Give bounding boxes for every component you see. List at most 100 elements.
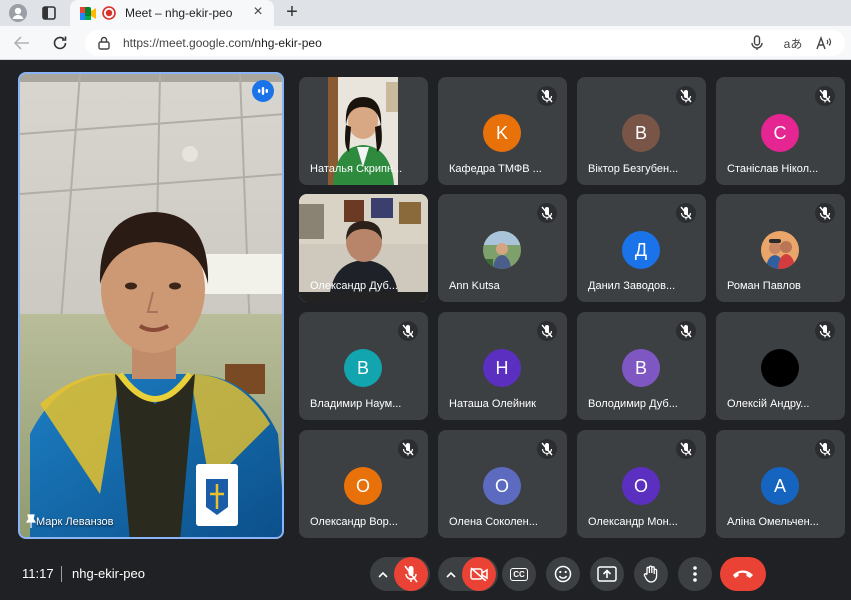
participant-tile[interactable]: Роман Павлов bbox=[716, 194, 845, 302]
read-aloud-icon[interactable] bbox=[815, 35, 833, 51]
meet-favicon-icon bbox=[80, 6, 96, 20]
more-vert-icon bbox=[693, 566, 697, 582]
address-bar[interactable]: https://meet.google.com/nhg-ekir-peo aあ bbox=[85, 30, 845, 56]
hand-icon bbox=[643, 565, 658, 583]
participant-avatar: C bbox=[761, 114, 799, 152]
participant-name: Ann Kutsa bbox=[449, 280, 500, 292]
participant-tile[interactable]: B Віктор Безгубен... bbox=[577, 77, 706, 185]
tab-actions-icon[interactable] bbox=[40, 5, 58, 21]
hang-up-icon bbox=[733, 570, 753, 578]
meeting-code: nhg-ekir-peo bbox=[72, 566, 145, 581]
browser-toolbar: https://meet.google.com/nhg-ekir-peo aあ bbox=[0, 26, 851, 60]
participant-avatar: B bbox=[344, 349, 382, 387]
participant-avatar: O bbox=[344, 467, 382, 505]
muted-mic-icon bbox=[676, 321, 696, 341]
microphone-toggle-button[interactable] bbox=[394, 557, 428, 591]
participant-tile[interactable]: Ann Kutsa bbox=[438, 194, 567, 302]
participant-tile[interactable]: Наталья Скрипн... bbox=[299, 77, 428, 185]
main-speaker-name: Марк Леванзов bbox=[36, 516, 114, 528]
present-icon bbox=[597, 566, 617, 582]
participant-avatar-photo bbox=[483, 231, 521, 269]
tab-meet[interactable]: Meet – nhg-ekir-peo × bbox=[70, 0, 274, 26]
voice-search-icon[interactable] bbox=[749, 35, 765, 51]
participant-tile[interactable]: B Владимир Наум... bbox=[299, 312, 428, 420]
url-path: /nhg-ekir-peo bbox=[251, 36, 322, 50]
participant-name: Данил Заводов... bbox=[588, 280, 676, 292]
pin-icon[interactable] bbox=[25, 514, 37, 533]
muted-mic-icon bbox=[537, 86, 557, 106]
participant-name: Віктор Безгубен... bbox=[588, 163, 679, 175]
muted-mic-icon bbox=[398, 439, 418, 459]
tab-title: Meet – nhg-ekir-peo bbox=[125, 6, 233, 20]
muted-mic-icon bbox=[676, 86, 696, 106]
participant-avatar-photo bbox=[761, 231, 799, 269]
participant-tile[interactable]: Олександр Дуб... bbox=[299, 194, 428, 302]
participant-tile[interactable]: O Олександр Мон... bbox=[577, 430, 706, 538]
translate-icon[interactable]: aあ bbox=[783, 35, 803, 51]
participant-tile[interactable]: Олексій Андру... bbox=[716, 312, 845, 420]
muted-mic-icon bbox=[398, 321, 418, 341]
mic-off-icon bbox=[404, 565, 418, 583]
participant-name: Володимир Дуб... bbox=[588, 398, 678, 410]
participant-avatar: K bbox=[483, 114, 521, 152]
participant-tile[interactable]: K Кафедра ТМФВ ... bbox=[438, 77, 567, 185]
raise-hand-button[interactable] bbox=[634, 557, 668, 591]
more-options-button[interactable] bbox=[678, 557, 712, 591]
participant-avatar: Д bbox=[622, 231, 660, 269]
recording-icon bbox=[102, 6, 116, 20]
participant-avatar: B bbox=[622, 349, 660, 387]
divider bbox=[61, 566, 62, 582]
participant-name: Олена Соколен... bbox=[449, 516, 538, 528]
speaking-indicator-icon bbox=[252, 80, 274, 102]
muted-mic-icon bbox=[676, 439, 696, 459]
participant-avatar: H bbox=[483, 349, 521, 387]
participant-avatar: O bbox=[483, 467, 521, 505]
participant-name: Кафедра ТМФВ ... bbox=[449, 163, 542, 175]
participant-name: Олексій Андру... bbox=[727, 398, 810, 410]
muted-mic-icon bbox=[537, 321, 557, 341]
muted-mic-icon bbox=[815, 86, 835, 106]
speaker-video-image bbox=[20, 74, 282, 537]
muted-mic-icon bbox=[815, 439, 835, 459]
muted-mic-icon bbox=[537, 439, 557, 459]
site-info-icon[interactable] bbox=[97, 36, 111, 50]
camera-toggle-button[interactable] bbox=[462, 557, 496, 591]
participant-name: Станіслав Нікол... bbox=[727, 163, 819, 175]
participant-avatar: O bbox=[622, 467, 660, 505]
participant-avatar: A bbox=[761, 467, 799, 505]
reactions-button[interactable] bbox=[546, 557, 580, 591]
participant-tile[interactable]: O Олександр Вор... bbox=[299, 430, 428, 538]
participant-name: Наташа Олейник bbox=[449, 398, 536, 410]
new-tab-button[interactable]: + bbox=[282, 1, 302, 23]
participant-name: Олександр Мон... bbox=[588, 516, 678, 528]
participant-avatar bbox=[761, 349, 799, 387]
video-options-chevron-icon[interactable] bbox=[442, 566, 460, 582]
captions-button[interactable]: CC bbox=[502, 557, 536, 591]
audio-options-chevron-icon[interactable] bbox=[374, 566, 392, 582]
reload-icon[interactable] bbox=[50, 34, 70, 52]
browser-tab-strip: Meet – nhg-ekir-peo × + bbox=[0, 0, 851, 26]
participant-name: Владимир Наум... bbox=[310, 398, 402, 410]
tab-close-icon[interactable]: × bbox=[250, 3, 266, 20]
main-speaker-video[interactable] bbox=[18, 72, 284, 539]
participant-tile[interactable]: A Аліна Омельчен... bbox=[716, 430, 845, 538]
url-host: https://meet.google.com bbox=[123, 36, 252, 50]
muted-mic-icon bbox=[815, 203, 835, 223]
emoji-icon bbox=[554, 565, 572, 583]
participant-tile[interactable]: H Наташа Олейник bbox=[438, 312, 567, 420]
participant-name: Роман Павлов bbox=[727, 280, 801, 292]
participant-tile[interactable]: C Станіслав Нікол... bbox=[716, 77, 845, 185]
participant-tile[interactable]: B Володимир Дуб... bbox=[577, 312, 706, 420]
url-text: https://meet.google.com/nhg-ekir-peo bbox=[123, 36, 322, 50]
participant-tile[interactable]: Д Данил Заводов... bbox=[577, 194, 706, 302]
participant-name: Олександр Вор... bbox=[310, 516, 398, 528]
back-icon[interactable] bbox=[12, 34, 32, 52]
participant-tile[interactable]: O Олена Соколен... bbox=[438, 430, 567, 538]
muted-mic-icon bbox=[815, 321, 835, 341]
present-screen-button[interactable] bbox=[590, 557, 624, 591]
profile-avatar-icon[interactable] bbox=[8, 4, 28, 22]
camera-off-icon bbox=[470, 567, 488, 581]
captions-icon: CC bbox=[510, 567, 528, 581]
participant-avatar: B bbox=[622, 114, 660, 152]
leave-call-button[interactable] bbox=[720, 557, 766, 591]
